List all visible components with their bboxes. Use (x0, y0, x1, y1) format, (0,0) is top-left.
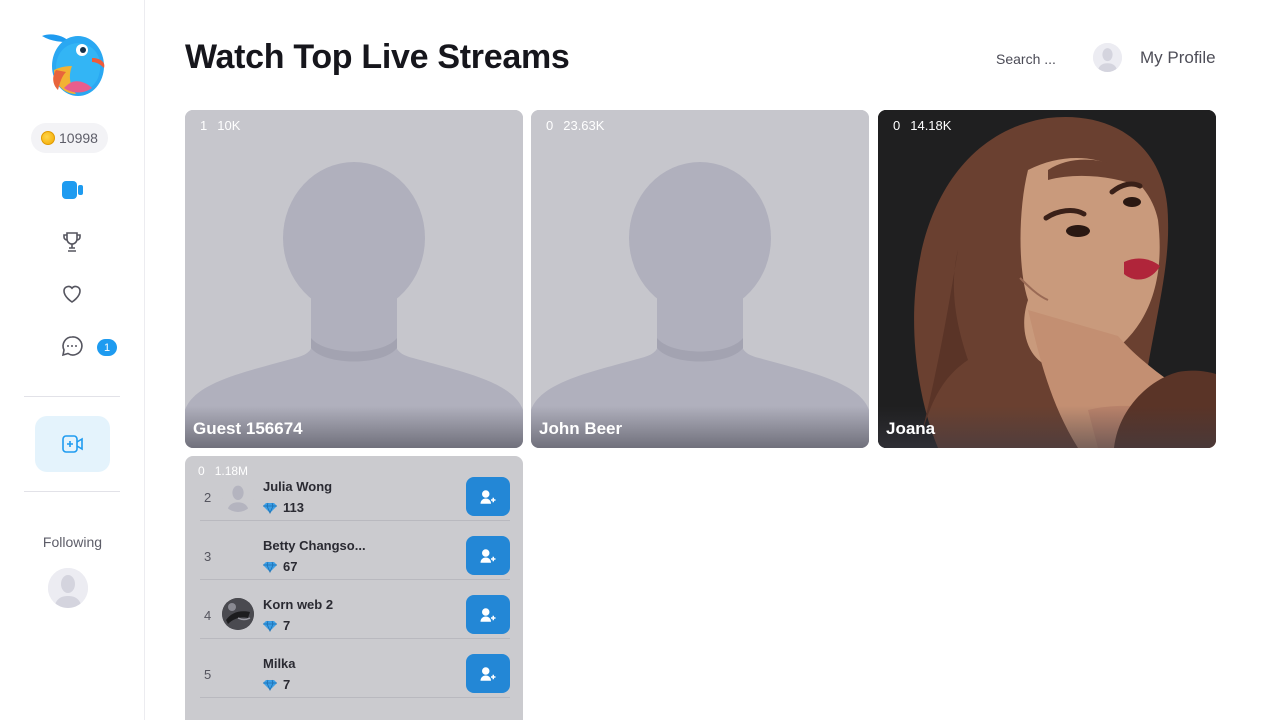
user-photo (222, 598, 254, 630)
stream-stats: 1 10K (200, 118, 240, 133)
streamer-name: John Beer (539, 419, 623, 438)
following-user-avatar[interactable] (48, 568, 88, 608)
user-avatar[interactable] (222, 598, 254, 630)
viewer-count: 1 (200, 118, 208, 133)
nav-leaderboard[interactable] (58, 228, 86, 256)
placeholder-silhouette (185, 110, 523, 448)
follow-user-button[interactable] (466, 477, 510, 516)
heart-icon (63, 285, 81, 303)
go-live-button[interactable] (35, 416, 110, 472)
viewer-count: 0 (546, 118, 554, 133)
stream-card[interactable]: 0 23.63K John Beer (531, 110, 869, 448)
follow-user-button[interactable] (466, 595, 510, 634)
default-avatar-icon (48, 568, 88, 608)
follow-user-button[interactable] (466, 654, 510, 693)
score-value: 7 (283, 677, 291, 692)
page-title: Watch Top Live Streams (185, 38, 570, 76)
follow-user-button[interactable] (466, 536, 510, 575)
my-profile-label: My Profile (1140, 47, 1216, 67)
rank-number: 3 (204, 549, 212, 564)
diamond-score: 7 (263, 677, 290, 692)
add-user-icon (480, 666, 496, 681)
stream-stats: 0 23.63K (546, 118, 604, 133)
stream-card[interactable]: 0 14.18K Joana (878, 110, 1216, 448)
unread-messages-badge: 1 (97, 339, 117, 356)
stream-card[interactable]: 1 10K Guest 156674 (185, 110, 523, 448)
nav-favorites[interactable] (58, 280, 86, 308)
score-value: 113 (283, 500, 304, 515)
sidebar-divider (24, 396, 120, 397)
diamond-icon (263, 679, 277, 691)
streamer-name: Joana (886, 419, 936, 438)
rank-number: 4 (204, 608, 212, 623)
like-count: 1.18M (214, 464, 249, 478)
streamer-name: Guest 156674 (193, 419, 303, 438)
add-user-icon (480, 489, 496, 504)
user-avatar[interactable] (222, 480, 254, 512)
add-user-icon (480, 607, 496, 622)
like-count: 23.63K (563, 118, 605, 133)
leaderboard-row: 4 Korn web 2 7 (200, 580, 510, 639)
coin-amount: 10998 (59, 130, 98, 146)
coin-balance[interactable]: 10998 (31, 123, 108, 153)
streamer-portrait-image (878, 110, 1216, 448)
placeholder-silhouette (531, 110, 869, 448)
diamond-icon (263, 561, 277, 573)
rank-number: 5 (204, 667, 212, 682)
chat-bubble-icon (61, 336, 83, 357)
score-value: 67 (283, 559, 298, 574)
user-name[interactable]: Betty Changso... (263, 538, 366, 553)
add-video-icon (61, 435, 83, 453)
diamond-score: 7 (263, 618, 290, 633)
app: 10998 1 Following Watch Top Live Streams… (0, 0, 1280, 720)
score-value: 7 (283, 618, 291, 633)
diamond-score: 113 (263, 500, 304, 515)
leaderboard-card: 0 1.18M 2 Julia Wong 113 3 Betty Changso… (185, 456, 523, 720)
my-profile-link[interactable]: My Profile (1093, 43, 1216, 72)
user-name[interactable]: Julia Wong (263, 479, 332, 494)
video-camera-icon (62, 181, 83, 199)
stream-stats: 0 14.18K (893, 118, 951, 133)
user-name[interactable]: Korn web 2 (263, 597, 333, 612)
rank-number: 2 (204, 490, 212, 505)
sidebar: 10998 1 Following (0, 0, 145, 720)
search-input[interactable] (990, 48, 1080, 70)
like-count: 10K (217, 118, 241, 133)
following-label: Following (42, 534, 103, 550)
nav-live-streams[interactable] (58, 176, 86, 204)
default-avatar-icon (222, 480, 254, 512)
default-avatar-icon (1093, 43, 1122, 72)
diamond-icon (263, 502, 277, 514)
add-user-icon (480, 548, 496, 563)
diamond-icon (263, 620, 277, 632)
app-logo[interactable] (38, 30, 108, 98)
viewer-count: 0 (198, 464, 205, 478)
profile-avatar (1093, 43, 1122, 72)
trophy-icon (63, 232, 81, 252)
leaderboard-row: 5 Milka 7 (200, 639, 510, 698)
user-name[interactable]: Milka (263, 656, 296, 671)
nav-messages[interactable] (58, 332, 86, 360)
stream-stats: 0 1.18M (198, 464, 248, 478)
leaderboard-row: 3 Betty Changso... 67 (200, 521, 510, 580)
coin-icon (41, 131, 55, 145)
like-count: 14.18K (910, 118, 952, 133)
viewer-count: 0 (893, 118, 901, 133)
sidebar-divider (24, 491, 120, 492)
diamond-score: 67 (263, 559, 297, 574)
